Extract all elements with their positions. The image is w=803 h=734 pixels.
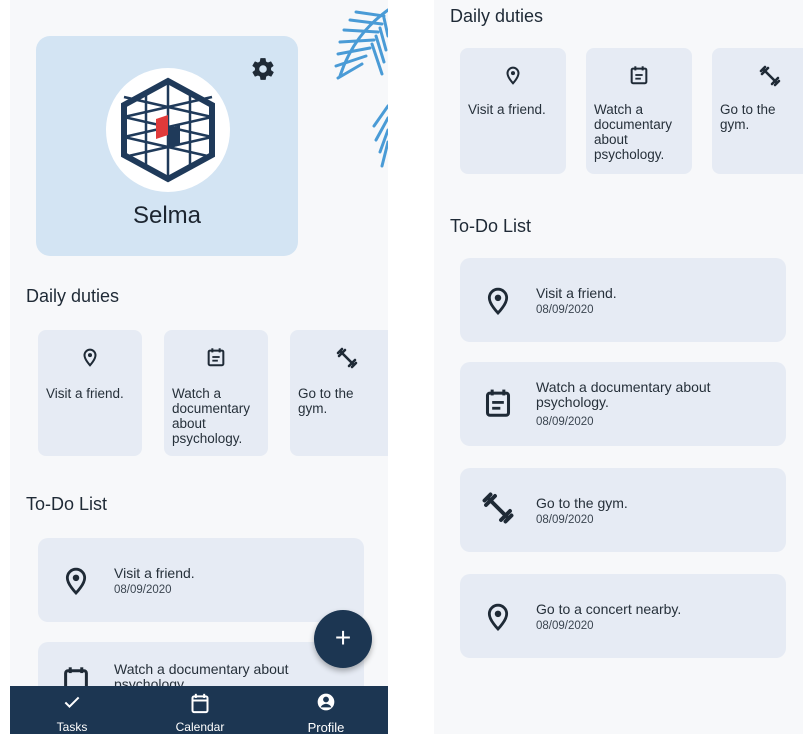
dumbbell-icon [478, 488, 518, 528]
calendar-icon [160, 692, 240, 714]
todo-item[interactable]: Go to the gym. 08/09/2020 [460, 468, 786, 552]
duty-label: Go to the gym. [720, 102, 776, 132]
profile-name: Selma [132, 202, 202, 229]
todo-title: Visit a friend. [114, 565, 195, 581]
check-icon [32, 692, 112, 712]
todo-item[interactable]: Visit a friend. 08/09/2020 [38, 538, 364, 622]
profile-icon [286, 692, 366, 712]
duty-label: Watch a documentary about psychology. [172, 386, 251, 446]
todo-date: 08/09/2020 [536, 304, 594, 316]
location-pin-icon [460, 64, 566, 86]
duty-card[interactable]: Visit a friend. [38, 330, 142, 456]
todo-item[interactable]: Go to a concert nearby. 08/09/2020 [460, 574, 786, 658]
palm-leaf-decoration [334, 8, 388, 168]
duty-card[interactable]: Watch a documentary about psychology. [586, 48, 692, 174]
location-pin-icon [482, 598, 514, 634]
nav-item-tasks[interactable]: Tasks [32, 686, 112, 734]
profile-card: Selma [36, 36, 298, 256]
todo-list-title: To-Do List [450, 216, 532, 236]
todo-title: Visit a friend. [536, 285, 617, 301]
todo-title: Watch a documentary about psychology. [536, 379, 711, 410]
avatar [106, 68, 230, 192]
duty-label: Visit a friend. [468, 102, 546, 117]
location-pin-icon [38, 346, 142, 368]
calendar-note-icon [586, 64, 692, 86]
todo-date: 08/09/2020 [536, 416, 594, 428]
location-pin-icon [482, 282, 514, 318]
calendar-note-icon [482, 384, 514, 422]
nav-item-calendar[interactable]: Calendar [160, 686, 240, 734]
hexagon-logo-icon [121, 77, 215, 183]
todo-date: 08/09/2020 [536, 514, 594, 526]
todo-date: 08/09/2020 [114, 584, 172, 596]
dumbbell-icon [290, 346, 388, 370]
dumbbell-icon [712, 64, 803, 88]
daily-duties-title: Daily duties [450, 6, 544, 26]
daily-duties-title: Daily duties [26, 286, 120, 306]
duty-card[interactable]: Go to the gym. [712, 48, 803, 174]
bottom-nav: Tasks Calendar Profile [10, 686, 388, 734]
todo-title: Go to a concert nearby. [536, 601, 682, 617]
gear-icon[interactable] [250, 56, 276, 82]
nav-label: Tasks [56, 720, 88, 734]
left-screen: Selma Daily duties Visit a friend. Watch… [10, 0, 388, 734]
add-task-button[interactable]: + [314, 610, 372, 668]
duty-card[interactable]: Watch a documentary about psychology. [164, 330, 268, 456]
nav-item-profile[interactable]: Profile [286, 686, 366, 734]
location-pin-icon [60, 562, 92, 598]
todo-title: Go to the gym. [536, 495, 628, 511]
nav-label: Calendar [175, 720, 225, 734]
calendar-note-icon [164, 346, 268, 368]
todo-item[interactable]: Visit a friend. 08/09/2020 [460, 258, 786, 342]
todo-date: 08/09/2020 [536, 620, 594, 632]
duty-label: Visit a friend. [46, 386, 124, 401]
todo-item[interactable]: Watch a documentary about psychology. 08… [460, 362, 786, 446]
duty-label: Watch a documentary about psychology. [594, 102, 673, 162]
todo-list-title: To-Do List [26, 494, 108, 514]
duty-card[interactable]: Go to the gym. [290, 330, 388, 456]
right-screen: Daily duties Visit a friend. Watch a doc… [434, 0, 803, 734]
duty-card[interactable]: Visit a friend. [460, 48, 566, 174]
nav-label: Profile [307, 720, 345, 734]
duty-label: Go to the gym. [298, 386, 354, 416]
